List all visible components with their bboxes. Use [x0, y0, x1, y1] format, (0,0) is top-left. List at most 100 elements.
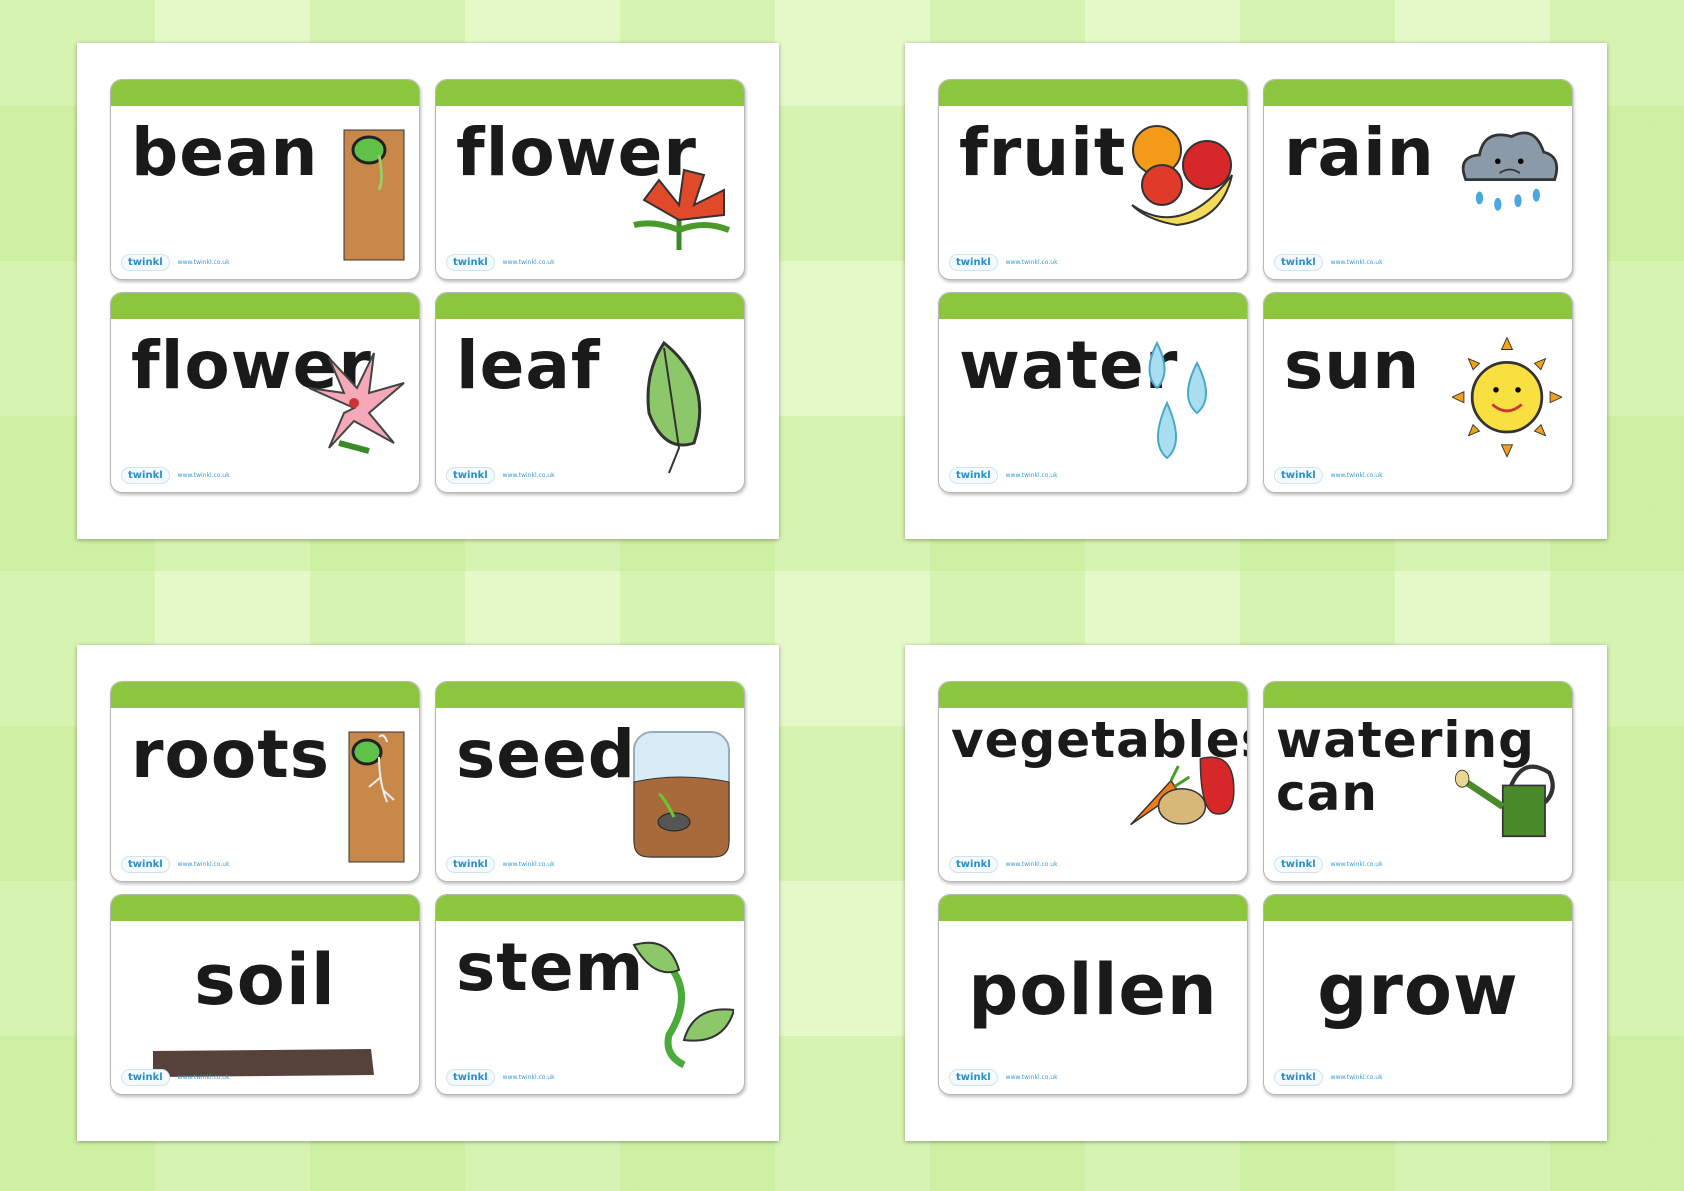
footer-url: www.twinkl.co.uk [1005, 472, 1058, 479]
leaf-icon [624, 333, 734, 483]
card-header-bar [111, 895, 419, 921]
card-footer: twinkl www.twinkl.co.uk [446, 254, 555, 271]
watering-can-icon [1452, 722, 1562, 872]
card-footer: twinkl www.twinkl.co.uk [949, 467, 1058, 484]
card-word: bean [131, 114, 319, 191]
twinkl-logo: twinkl [446, 467, 495, 484]
card-header-bar [436, 895, 744, 921]
twinkl-logo: twinkl [121, 1069, 170, 1086]
twinkl-logo: twinkl [1274, 1069, 1323, 1086]
word-card: rain twinkl www.twinkl.co.uk [1263, 79, 1573, 280]
card-footer: twinkl www.twinkl.co.uk [1274, 467, 1383, 484]
twinkl-logo: twinkl [949, 467, 998, 484]
twinkl-logo: twinkl [1274, 254, 1323, 271]
card-word: fruit [959, 114, 1127, 191]
card-footer: twinkl www.twinkl.co.uk [121, 467, 230, 484]
word-card: sun twinkl www.twinkl.co.uk [1263, 292, 1573, 493]
footer-url: www.twinkl.co.uk [1005, 1074, 1058, 1081]
word-card: pollen twinkl www.twinkl.co.uk [938, 894, 1248, 1095]
card-footer: twinkl www.twinkl.co.uk [1274, 1069, 1383, 1086]
twinkl-logo: twinkl [446, 254, 495, 271]
word-card: watering can twinkl www.twinkl.co.uk [1263, 681, 1573, 882]
card-word: rain [1284, 114, 1435, 191]
stem-icon [624, 935, 736, 1085]
card-header-bar [111, 682, 419, 708]
footer-url: www.twinkl.co.uk [1005, 259, 1058, 266]
footer-url: www.twinkl.co.uk [1005, 861, 1058, 868]
card-header-bar [939, 80, 1247, 106]
card-footer: twinkl www.twinkl.co.uk [949, 254, 1058, 271]
flashcard-sheet: bean twinkl www.twinkl.co.uk flower twinkl ww… [77, 43, 779, 539]
card-footer: twinkl www.twinkl.co.uk [121, 1069, 230, 1086]
seed-jar-icon [624, 722, 734, 872]
card-header-bar [436, 682, 744, 708]
word-card: water twinkl www.twinkl.co.uk [938, 292, 1248, 493]
card-header-bar [939, 293, 1247, 319]
twinkl-logo: twinkl [121, 467, 170, 484]
footer-url: www.twinkl.co.uk [502, 1074, 555, 1081]
twinkl-logo: twinkl [949, 1069, 998, 1086]
red-flower-icon [624, 120, 734, 270]
twinkl-logo: twinkl [446, 856, 495, 873]
footer-url: www.twinkl.co.uk [502, 472, 555, 479]
word-card: leaf twinkl www.twinkl.co.uk [435, 292, 745, 493]
footer-url: www.twinkl.co.uk [1330, 1074, 1383, 1081]
twinkl-logo: twinkl [949, 254, 998, 271]
vegetables-icon [1127, 722, 1237, 872]
card-footer: twinkl www.twinkl.co.uk [121, 856, 230, 873]
twinkl-logo: twinkl [1274, 467, 1323, 484]
word-card: stem twinkl www.twinkl.co.uk [435, 894, 745, 1095]
card-header-bar [111, 80, 419, 106]
footer-url: www.twinkl.co.uk [502, 259, 555, 266]
card-header-bar [436, 80, 744, 106]
pink-lily-icon [299, 333, 409, 483]
footer-url: www.twinkl.co.uk [177, 259, 230, 266]
word-card: flower twinkl www.twinkl.co.uk [435, 79, 745, 280]
flashcard-sheet: fruit twinkl www.twinkl.co.uk rain twinkl www… [905, 43, 1607, 539]
twinkl-logo: twinkl [1274, 856, 1323, 873]
flashcard-sheet: roots twinkl www.twinkl.co.uk seeds twinkl ww… [77, 645, 779, 1141]
card-header-bar [939, 682, 1247, 708]
footer-url: www.twinkl.co.uk [177, 1074, 230, 1081]
card-word: grow [1317, 949, 1519, 1031]
word-card: vegetables twinkl www.twinkl.co.uk [938, 681, 1248, 882]
card-header-bar [1264, 80, 1572, 106]
card-header-bar [436, 293, 744, 319]
sun-icon [1450, 333, 1564, 483]
card-header-bar [1264, 895, 1572, 921]
word-card: roots twinkl www.twinkl.co.uk [110, 681, 420, 882]
footer-url: www.twinkl.co.uk [502, 861, 555, 868]
word-card: flower twinkl www.twinkl.co.uk [110, 292, 420, 493]
card-word: soil [194, 939, 336, 1021]
card-footer: twinkl www.twinkl.co.uk [121, 254, 230, 271]
twinkl-logo: twinkl [121, 254, 170, 271]
card-footer: twinkl www.twinkl.co.uk [1274, 254, 1383, 271]
fruit-icon [1127, 120, 1237, 270]
card-word: sun [1284, 327, 1421, 404]
word-card: seeds twinkl www.twinkl.co.uk [435, 681, 745, 882]
word-card: bean twinkl www.twinkl.co.uk [110, 79, 420, 280]
footer-url: www.twinkl.co.uk [177, 472, 230, 479]
card-header-bar [939, 895, 1247, 921]
card-footer: twinkl www.twinkl.co.uk [446, 856, 555, 873]
water-drops-icon [1127, 333, 1237, 483]
card-footer: twinkl www.twinkl.co.uk [446, 1069, 555, 1086]
card-word: pollen [968, 949, 1218, 1031]
twinkl-logo: twinkl [121, 856, 170, 873]
twinkl-logo: twinkl [949, 856, 998, 873]
card-footer: twinkl www.twinkl.co.uk [446, 467, 555, 484]
footer-url: www.twinkl.co.uk [1330, 259, 1383, 266]
card-footer: twinkl www.twinkl.co.uk [949, 1069, 1058, 1086]
bean-sprout-icon [299, 120, 409, 270]
card-header-bar [1264, 682, 1572, 708]
footer-url: www.twinkl.co.uk [177, 861, 230, 868]
flashcard-sheet: vegetables twinkl www.twinkl.co.uk watering… [905, 645, 1607, 1141]
card-header-bar [1264, 293, 1572, 319]
footer-url: www.twinkl.co.uk [1330, 861, 1383, 868]
twinkl-logo: twinkl [446, 1069, 495, 1086]
card-header-bar [111, 293, 419, 319]
footer-url: www.twinkl.co.uk [1330, 472, 1383, 479]
card-word: stem [456, 929, 645, 1006]
card-footer: twinkl www.twinkl.co.uk [1274, 856, 1383, 873]
word-card: fruit twinkl www.twinkl.co.uk [938, 79, 1248, 280]
